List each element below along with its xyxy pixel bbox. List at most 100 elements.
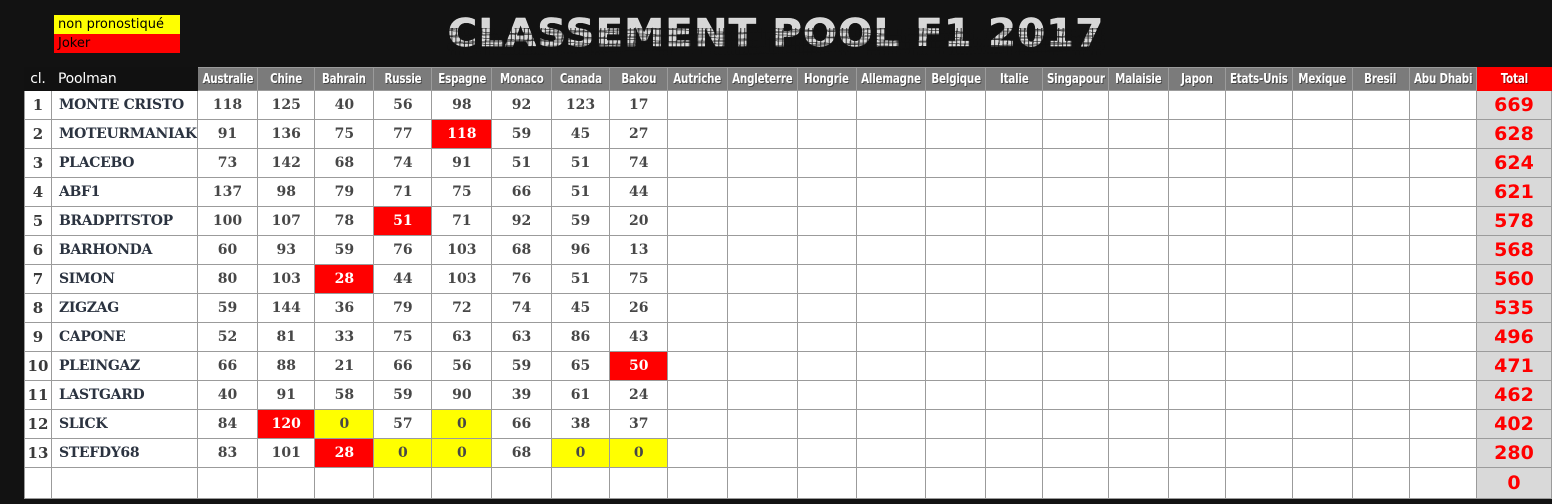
cell-score-empty[interactable]	[796, 177, 858, 207]
cell-score-empty[interactable]	[1041, 206, 1110, 236]
cell-score-empty[interactable]	[1108, 119, 1170, 149]
cell-score-empty[interactable]	[985, 119, 1043, 149]
cell-score-empty[interactable]	[985, 264, 1043, 294]
cell-score-empty[interactable]	[1041, 264, 1110, 294]
cell-score-joker[interactable]: 28	[314, 438, 375, 468]
cell-score-empty[interactable]	[1108, 322, 1170, 352]
cell-score-empty[interactable]	[1108, 235, 1170, 265]
cell-score-empty[interactable]	[1168, 148, 1226, 178]
cell-score-empty[interactable]	[1041, 438, 1110, 468]
cell-score[interactable]: 96	[550, 235, 611, 265]
column-header-russie[interactable]: Russie	[373, 67, 433, 91]
column-header-allemagne[interactable]: Allemagne	[856, 67, 927, 91]
cell-score[interactable]: 36	[314, 293, 375, 323]
cell-score-empty[interactable]	[856, 351, 927, 381]
cell-score-empty[interactable]	[666, 177, 728, 207]
cell-score-empty[interactable]	[1408, 467, 1477, 499]
cell-score[interactable]: 118	[196, 90, 259, 120]
table-row[interactable]: 4 ABF1 137 98 79 71 75 66 51 44 621	[24, 177, 1552, 207]
cell-score[interactable]: 76	[491, 264, 552, 294]
cell-score-empty[interactable]	[925, 177, 987, 207]
cell-score-empty[interactable]	[856, 235, 927, 265]
cell-score-empty[interactable]	[796, 206, 858, 236]
cell-score-empty[interactable]	[1225, 467, 1293, 499]
cell-score[interactable]: 68	[491, 438, 552, 468]
cell-score-empty[interactable]	[985, 409, 1043, 439]
cell-score-empty[interactable]	[1291, 351, 1353, 381]
cell-score-empty[interactable]	[666, 351, 728, 381]
cell-score[interactable]: 59	[491, 119, 552, 149]
cell-score-empty[interactable]	[1291, 380, 1353, 410]
cell-score[interactable]	[257, 467, 316, 499]
cell-score[interactable]: 91	[431, 148, 493, 178]
cell-score[interactable]	[550, 467, 611, 499]
cell-score[interactable]: 74	[373, 148, 433, 178]
cell-score[interactable]: 63	[491, 322, 552, 352]
cell-score-empty[interactable]	[666, 438, 728, 468]
cell-score-empty[interactable]	[796, 235, 858, 265]
cell-score-empty[interactable]	[856, 206, 927, 236]
cell-score-empty[interactable]	[985, 148, 1043, 178]
cell-score[interactable]: 59	[373, 380, 433, 410]
cell-score[interactable]: 75	[373, 322, 433, 352]
cell-score[interactable]: 88	[257, 351, 316, 381]
cell-score-empty[interactable]	[925, 438, 987, 468]
table-row[interactable]: 13 STEFDY68 83 101 28 0 0 68 0 0 280	[24, 438, 1552, 468]
cell-score[interactable]: 56	[373, 90, 433, 120]
cell-score-empty[interactable]	[856, 119, 927, 149]
cell-score[interactable]: 107	[257, 206, 316, 236]
cell-poolman-name[interactable]: LASTGARD	[50, 380, 198, 410]
table-row[interactable]: 2 MOTEURMANIAK 91 136 75 77 118 59 45 27 628	[24, 119, 1552, 149]
cell-score[interactable]: 79	[314, 177, 375, 207]
cell-score[interactable]: 59	[196, 293, 259, 323]
cell-score[interactable]: 74	[609, 148, 668, 178]
cell-poolman-name[interactable]	[50, 467, 198, 499]
cell-score-empty[interactable]	[726, 206, 798, 236]
cell-score-empty[interactable]	[1108, 438, 1170, 468]
cell-score-empty[interactable]	[1041, 148, 1110, 178]
column-header-bahrain[interactable]: Bahrain	[314, 67, 375, 91]
table-row[interactable]: 9 CAPONE 52 81 33 75 63 63 86 43 496	[24, 322, 1552, 352]
cell-score-empty[interactable]	[1408, 322, 1477, 352]
cell-poolman-name[interactable]: PLACEBO	[50, 148, 198, 178]
cell-score-empty[interactable]	[1351, 177, 1410, 207]
cell-score-empty[interactable]	[666, 235, 728, 265]
cell-score[interactable]: 91	[257, 380, 316, 410]
cell-score-empty[interactable]	[1108, 90, 1170, 120]
cell-score-empty[interactable]	[1408, 293, 1477, 323]
cell-score[interactable]: 66	[491, 409, 552, 439]
cell-score-empty[interactable]	[1225, 438, 1293, 468]
cell-score-empty[interactable]	[1291, 322, 1353, 352]
cell-score[interactable]: 40	[196, 380, 259, 410]
cell-score[interactable]: 73	[196, 148, 259, 178]
cell-score-empty[interactable]	[1168, 467, 1226, 499]
cell-score[interactable]: 24	[609, 380, 668, 410]
cell-score-empty[interactable]	[726, 351, 798, 381]
cell-poolman-name[interactable]: SIMON	[50, 264, 198, 294]
cell-score-empty[interactable]	[796, 264, 858, 294]
cell-score-empty[interactable]	[726, 293, 798, 323]
cell-score-non-pronostique[interactable]: 0	[431, 438, 493, 468]
cell-score[interactable]	[491, 467, 552, 499]
cell-score-empty[interactable]	[1408, 235, 1477, 265]
cell-score-empty[interactable]	[1041, 235, 1110, 265]
cell-score[interactable]: 92	[491, 90, 552, 120]
cell-score[interactable]: 75	[609, 264, 668, 294]
column-header-malaisie[interactable]: Malaisie	[1108, 67, 1170, 91]
cell-score[interactable]: 51	[550, 264, 611, 294]
column-header-angleterre[interactable]: Angleterre	[726, 67, 798, 91]
cell-score[interactable]: 56	[431, 351, 493, 381]
cell-score-empty[interactable]	[1408, 438, 1477, 468]
cell-score-empty[interactable]	[1168, 293, 1226, 323]
cell-score-empty[interactable]	[666, 293, 728, 323]
cell-score-empty[interactable]	[925, 380, 987, 410]
cell-score[interactable]: 40	[314, 90, 375, 120]
cell-poolman-name[interactable]: SLICK	[50, 409, 198, 439]
cell-score-empty[interactable]	[985, 322, 1043, 352]
cell-score-empty[interactable]	[856, 293, 927, 323]
cell-score-empty[interactable]	[1291, 148, 1353, 178]
cell-score[interactable]: 43	[609, 322, 668, 352]
cell-poolman-name[interactable]: ZIGZAG	[50, 293, 198, 323]
cell-score[interactable]: 52	[196, 322, 259, 352]
cell-score[interactable]: 60	[196, 235, 259, 265]
